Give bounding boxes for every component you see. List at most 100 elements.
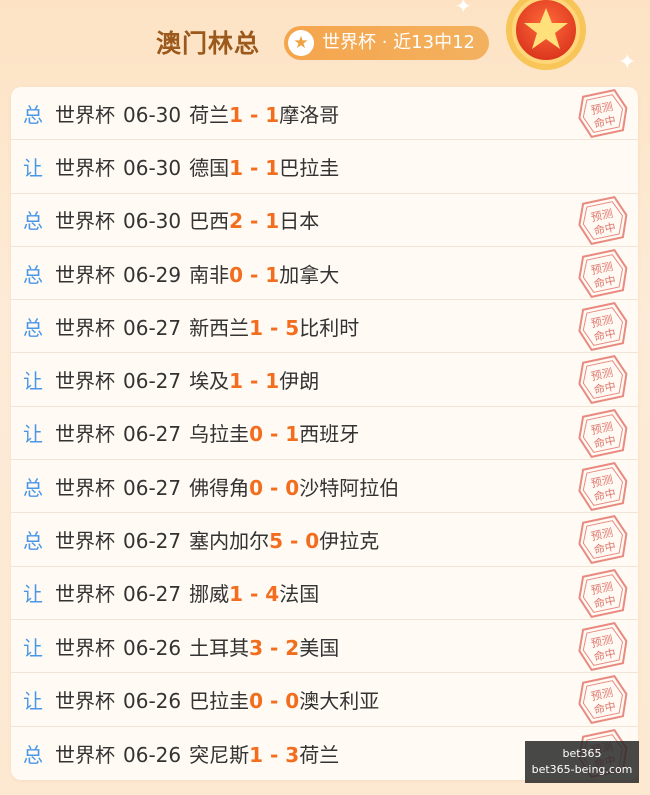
match-date: 06-27 <box>123 475 182 500</box>
score-separator: - <box>243 155 266 180</box>
league-name: 世界杯 <box>55 529 115 554</box>
home-team: 佛得角 <box>189 475 250 500</box>
match-date: 06-30 <box>123 102 182 127</box>
match-row[interactable]: 让世界杯 06-26 土耳其3 - 2美国 预测 命中 <box>11 620 638 674</box>
match-info: 世界杯 06-26 土耳其3 - 2美国 <box>55 632 339 661</box>
match-row[interactable]: 让世界杯 06-27 埃及1 - 1伊朗 预测 命中 <box>11 353 638 407</box>
away-score: 1 <box>285 422 300 447</box>
match-date: 06-26 <box>123 742 182 767</box>
match-row[interactable]: 让世界杯 06-30 德国1 - 1巴拉圭 <box>11 140 638 194</box>
match-row[interactable]: 让世界杯 06-27 乌拉圭0 - 1西班牙 预测 命中 <box>11 407 638 461</box>
prediction-hit-stamp-icon: 预测命中 <box>578 408 628 458</box>
home-team: 塞内加尔 <box>189 529 270 554</box>
away-team: 比利时 <box>299 315 360 340</box>
league-name: 世界杯 <box>55 582 115 607</box>
match-date: 06-26 <box>123 688 182 713</box>
home-team: 巴拉圭 <box>189 688 250 713</box>
home-score: 1 <box>249 315 264 340</box>
away-team: 荷兰 <box>299 742 340 767</box>
home-score: 1 <box>229 155 244 180</box>
watermark: bet365 bet365-being.com <box>525 741 639 783</box>
away-team: 美国 <box>299 635 340 660</box>
away-score: 0 <box>305 529 320 554</box>
away-score: 3 <box>285 742 300 767</box>
match-row[interactable]: 让世界杯 06-27 挪威1 - 4法国 预测 命中 <box>11 567 638 620</box>
match-info: 世界杯 06-26 巴拉圭0 - 0澳大利亚 <box>55 685 379 714</box>
expert-header: 澳门林总 ★ 世界杯 · 近13中12 ✦ ✦ <box>0 0 650 86</box>
match-row[interactable]: 总世界杯 06-29 南非0 - 1加拿大 预测 命中 <box>11 247 638 301</box>
home-score: 2 <box>229 209 244 234</box>
home-team: 突尼斯 <box>189 742 250 767</box>
prediction-hit-stamp-icon: 预测命中 <box>578 621 628 671</box>
score-separator: - <box>263 475 286 500</box>
league-name: 世界杯 <box>55 315 115 340</box>
expert-name: 澳门林总 <box>156 29 261 58</box>
league-name: 世界杯 <box>55 262 115 287</box>
score-separator: - <box>263 688 286 713</box>
league-name: 世界杯 <box>55 635 115 660</box>
score-separator: - <box>243 369 266 394</box>
match-date: 06-30 <box>123 209 182 234</box>
match-info: 世界杯 06-27 埃及1 - 1伊朗 <box>55 365 319 394</box>
away-score: 1 <box>265 262 280 287</box>
match-info: 世界杯 06-27 挪威1 - 4法国 <box>55 578 319 607</box>
score-separator: - <box>243 582 266 607</box>
home-score: 1 <box>229 369 244 394</box>
home-score: 3 <box>249 635 264 660</box>
match-row[interactable]: 让世界杯 06-26 巴拉圭0 - 0澳大利亚 预测 命中 <box>11 673 638 727</box>
score-separator: - <box>263 422 286 447</box>
league-name: 世界杯 <box>55 742 115 767</box>
match-info: 世界杯 06-30 巴西2 - 1日本 <box>55 205 319 234</box>
match-info: 世界杯 06-27 乌拉圭0 - 1西班牙 <box>55 418 359 447</box>
away-team: 日本 <box>279 209 320 234</box>
home-team: 南非 <box>189 262 230 287</box>
home-team: 土耳其 <box>189 635 250 660</box>
sparkle-icon: ✦ <box>618 50 637 75</box>
home-score: 0 <box>249 688 264 713</box>
home-team: 德国 <box>189 155 230 180</box>
bet-type-label: 总 <box>23 262 43 287</box>
match-date: 06-27 <box>123 529 182 554</box>
match-date: 06-27 <box>123 582 182 607</box>
away-team: 法国 <box>279 582 320 607</box>
home-team: 新西兰 <box>189 315 250 340</box>
home-score: 1 <box>229 102 244 127</box>
home-score: 0 <box>249 422 264 447</box>
match-row[interactable]: 总世界杯 06-27 新西兰1 - 5比利时 预测 命中 <box>11 300 638 354</box>
match-row[interactable]: 总世界杯 06-27 佛得角0 - 0沙特阿拉伯 预测 命中 <box>11 460 638 514</box>
league-name: 世界杯 <box>55 369 115 394</box>
bet-type-label: 总 <box>23 102 43 127</box>
match-info: 世界杯 06-26 突尼斯1 - 3荷兰 <box>55 739 339 768</box>
watermark-line2: bet365-being.com <box>531 763 633 776</box>
match-row[interactable]: 总世界杯 06-27 塞内加尔5 - 0伊拉克 预测 命中 <box>11 513 638 567</box>
home-score: 0 <box>249 475 264 500</box>
away-score: 1 <box>265 209 280 234</box>
watermark-line1: bet365 <box>562 747 602 760</box>
prediction-hit-stamp-icon: 预测命中 <box>578 89 628 139</box>
away-score: 4 <box>265 582 280 607</box>
away-team: 摩洛哥 <box>279 102 340 127</box>
home-team: 巴西 <box>189 209 230 234</box>
away-score: 0 <box>285 688 300 713</box>
match-info: 世界杯 06-30 德国1 - 1巴拉圭 <box>55 152 339 181</box>
match-row[interactable]: 总世界杯 06-30 巴西2 - 1日本 预测 命中 <box>11 194 638 247</box>
away-team: 伊朗 <box>279 369 320 394</box>
prediction-hit-stamp-icon: 预测命中 <box>578 568 628 618</box>
prediction-hit-stamp-icon: 预测命中 <box>578 248 628 298</box>
league-name: 世界杯 <box>55 422 115 447</box>
home-score: 5 <box>269 529 284 554</box>
bet-type-label: 让 <box>23 422 43 447</box>
trophy-star-medal-icon <box>506 0 586 70</box>
match-info: 世界杯 06-27 塞内加尔5 - 0伊拉克 <box>55 525 379 554</box>
home-team: 挪威 <box>189 582 230 607</box>
match-date: 06-27 <box>123 369 182 394</box>
match-row[interactable]: 总世界杯 06-30 荷兰1 - 1摩洛哥 预测 命中 <box>11 87 638 141</box>
score-separator: - <box>243 262 266 287</box>
prediction-hit-stamp-icon: 预测命中 <box>578 302 628 352</box>
score-separator: - <box>263 635 286 660</box>
match-date: 06-30 <box>123 155 182 180</box>
away-team: 巴拉圭 <box>279 155 340 180</box>
bet-type-label: 总 <box>23 315 43 340</box>
away-score: 1 <box>265 369 280 394</box>
bet-type-label: 总 <box>23 742 43 767</box>
